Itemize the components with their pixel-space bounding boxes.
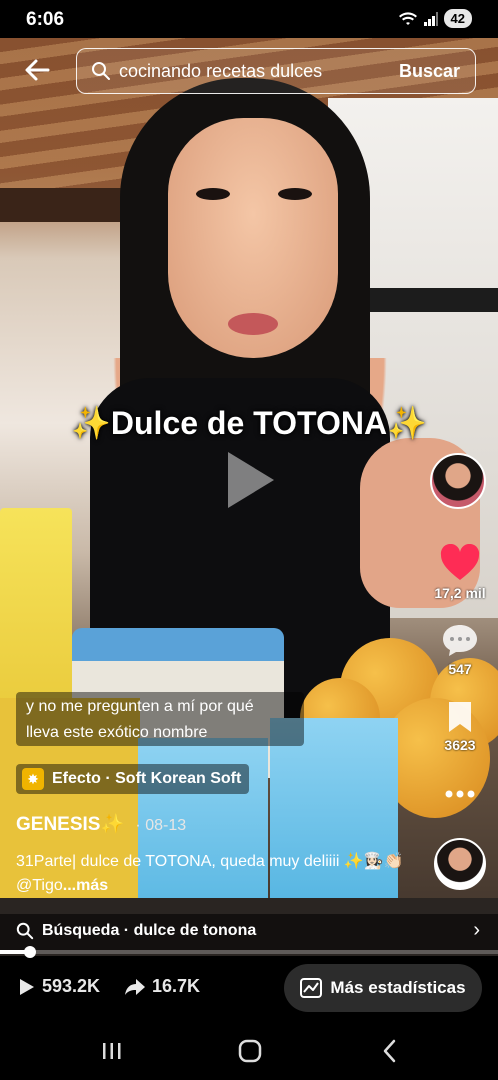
caption-line-1: y no me pregunten a mí por qué <box>26 698 254 715</box>
bookmark-button[interactable]: 3623 <box>420 700 498 753</box>
share-icon <box>125 978 145 995</box>
person-eye-left <box>196 188 230 200</box>
video-overlay-title: ✨Dulce de TOTONA✨ <box>71 405 427 441</box>
author-name[interactable]: GENESIS✨ <box>16 814 124 835</box>
signal-icon <box>423 11 438 26</box>
bookmark-count: 3623 <box>444 737 476 753</box>
comment-icon <box>443 625 477 656</box>
effect-tag[interactable]: ✸ Efecto · Soft Korean Soft <box>16 764 250 794</box>
more-options-button[interactable] <box>420 786 498 802</box>
back-nav-button[interactable] <box>370 1036 410 1066</box>
chevron-right-icon: › <box>473 919 480 941</box>
author-row[interactable]: GENESIS✨ · 08-13 <box>16 812 186 836</box>
person-lips <box>228 313 278 335</box>
more-stats-label: Más estadísticas <box>330 978 466 997</box>
recent-apps-button[interactable] <box>92 1036 132 1066</box>
post-date: · 08-13 <box>135 817 187 834</box>
heart-icon <box>440 543 480 580</box>
like-count: 17,2 mil <box>434 585 486 601</box>
home-button[interactable] <box>230 1036 270 1066</box>
more-dots-icon <box>445 790 475 798</box>
search-query-text: cocinando recetas dulces <box>119 61 323 81</box>
battery-icon: 42 <box>443 9 472 28</box>
more-stats-button[interactable]: Más estadísticas <box>284 964 482 1012</box>
system-nav-bar <box>0 1026 498 1080</box>
comment-count: 547 <box>448 661 472 677</box>
effect-label: Efecto · Soft Korean Soft <box>52 770 242 787</box>
caption-line-2: lleva este exótico nombre <box>26 724 208 741</box>
status-icons: 42 <box>398 9 472 28</box>
effect-sparkle-icon: ✸ <box>22 768 44 790</box>
progress-handle[interactable] <box>24 946 36 958</box>
back-arrow-icon <box>25 59 50 81</box>
back-button[interactable] <box>22 55 56 89</box>
bookmark-icon <box>449 702 471 732</box>
views-count: 593.2K <box>42 976 101 996</box>
search-button[interactable]: Buscar <box>399 61 460 82</box>
search-suggestion-label: Búsqueda · dulce de tonona <box>42 922 257 939</box>
search-icon <box>92 62 110 80</box>
like-button[interactable]: 17,2 mil <box>420 543 498 601</box>
analytics-icon <box>300 978 323 998</box>
back-chevron-icon <box>383 1039 396 1063</box>
video-caption: y no me pregunten a mí por qué lleva est… <box>16 692 304 746</box>
creator-avatar[interactable] <box>430 453 486 509</box>
wifi-icon <box>398 11 417 25</box>
search-suggestion-bar[interactable]: Búsqueda · dulce de tonona › <box>0 914 498 950</box>
search-icon <box>16 922 34 940</box>
person-eye-right <box>278 188 312 200</box>
shares-count: 16.7K <box>152 976 201 996</box>
status-time: 6:06 <box>26 9 65 30</box>
search-input[interactable]: cocinando recetas dulces Buscar <box>76 48 476 94</box>
status-bar: 6:06 42 <box>0 0 498 38</box>
search-header: cocinando recetas dulces Buscar <box>0 44 498 100</box>
video-description[interactable]: 31Parte| dulce de TOTONA, queda muy deli… <box>16 850 416 898</box>
stats-row: 593.2K 16.7K Más estadísticas <box>0 956 498 1026</box>
recent-apps-icon <box>103 1043 121 1059</box>
see-more-link[interactable]: ...más <box>63 877 108 894</box>
views-stat: 593.2K <box>18 976 100 997</box>
shares-stat: 16.7K <box>124 976 200 997</box>
comment-button[interactable]: 547 <box>420 622 498 677</box>
play-icon[interactable] <box>222 448 278 512</box>
play-count-icon <box>20 978 34 995</box>
video-progress-bar[interactable] <box>0 946 498 958</box>
sound-avatar[interactable] <box>434 838 486 890</box>
home-icon <box>238 1039 262 1063</box>
